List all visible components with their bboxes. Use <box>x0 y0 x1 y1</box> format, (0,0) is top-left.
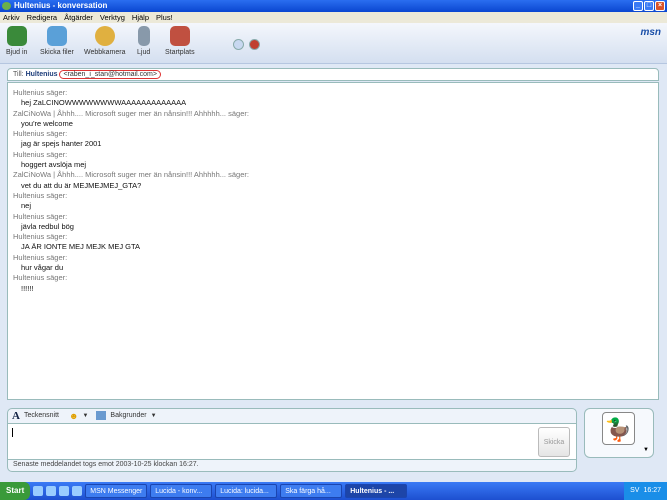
message-text: you're welcome <box>21 118 73 128</box>
menu-arkiv[interactable]: Arkiv <box>3 12 20 23</box>
menu-redigera[interactable]: Redigera <box>27 12 57 23</box>
send-files-icon <box>46 26 67 46</box>
background-icon[interactable] <box>96 411 107 420</box>
clock: 16:27 <box>643 487 661 494</box>
task-hultenius[interactable]: Hultenius - ... <box>345 484 408 498</box>
webcam-button[interactable]: Webbkamera <box>84 26 126 56</box>
emoticon-dropdown-icon[interactable]: ▼ <box>82 413 88 419</box>
invite-label: Bjud in <box>6 49 28 56</box>
message-sender: Hultenius säger: <box>13 232 68 242</box>
message-text: vet du att du är MEJMEJMEJ_GTA? <box>21 180 142 190</box>
message-sender: ZalCiNoWa | Åhhh.... Microsoft suger mer… <box>13 170 249 180</box>
task-lucida-konv[interactable]: Lucida - konv... <box>150 484 213 498</box>
webcam-icon <box>94 26 115 46</box>
message-text: JA ÄR IONTE MEJ MEJK MEJ GTA <box>21 242 141 252</box>
message-sender: Hultenius säger: <box>13 129 68 139</box>
message-sender: Hultenius säger: <box>13 273 68 283</box>
task-lucida[interactable]: Lucida: lucida... <box>215 484 278 498</box>
conversation-history[interactable]: Hultenius säger: hej ZaLCINOWWWWWWWWAAAAA… <box>7 82 659 400</box>
font-icon[interactable]: A <box>12 410 20 422</box>
language-indicator[interactable]: SV <box>630 482 639 500</box>
taskbar: Start MSN Messenger Lucida - konv... Luc… <box>0 482 667 500</box>
text-caret <box>12 428 13 437</box>
toolbar: Bjud in Skicka filer Webbkamera Ljud Sta… <box>0 23 667 64</box>
backgrounds-button[interactable]: Bakgrunder <box>110 412 146 419</box>
compose-area: A Teckensnitt ☻ ▼ Bakgrunder ▼ Skicka Sena… <box>7 408 577 472</box>
format-bar: A Teckensnitt ☻ ▼ Bakgrunder ▼ <box>8 409 576 422</box>
block-icon[interactable] <box>249 39 260 50</box>
font-button[interactable]: Teckensnitt <box>24 412 59 419</box>
message-sender: Hultenius säger: <box>13 190 68 200</box>
msn-icon <box>2 2 11 10</box>
display-picture-duck[interactable]: 🦆 <box>602 412 635 445</box>
menu-bar: Arkiv Redigera Åtgärder Verktyg Hjälp Pl… <box>0 12 667 23</box>
display-picture-panel: 🦆 ▼ <box>584 408 654 458</box>
system-tray: SV 16:27 <box>624 482 667 500</box>
close-button[interactable]: × <box>655 1 665 11</box>
message-text: hur vågar du <box>21 263 64 273</box>
to-field: Till: Hultenius <raben_i_stan@hotmail.co… <box>7 68 659 81</box>
task-msn-messenger[interactable]: MSN Messenger <box>85 484 148 498</box>
to-label: Till: <box>13 71 24 78</box>
status-text: Senaste meddelandet togs emot 2003-10-25… <box>13 461 199 468</box>
invite-icon <box>6 26 27 46</box>
window-title: Hultenius - konversation <box>14 1 108 10</box>
message-sender: ZalCiNoWa | Åhhh.... Microsoft suger mer… <box>13 108 249 118</box>
invite-button[interactable]: Bjud in <box>6 26 27 56</box>
audio-label: Ljud <box>137 49 151 56</box>
send-files-label: Skicka filer <box>40 49 74 56</box>
emoticon-icon[interactable]: ☻ <box>69 411 78 421</box>
message-text: nej <box>21 201 32 211</box>
contact-email: <raben_i_stan@hotmail.com> <box>59 70 161 79</box>
menu-atgarder[interactable]: Åtgärder <box>64 12 93 23</box>
webcam-label: Webbkamera <box>84 49 126 56</box>
contact-name: Hultenius <box>25 71 58 78</box>
message-text: jävla redbul bög <box>21 221 74 231</box>
title-bar: Hultenius - konversation _ □ × <box>0 0 667 12</box>
microphone-icon <box>137 26 150 46</box>
menu-hjalp[interactable]: Hjälp <box>132 12 149 23</box>
send-files-button[interactable]: Skicka filer <box>40 26 74 56</box>
startplats-icon <box>169 26 190 46</box>
message-sender: Hultenius säger: <box>13 149 68 159</box>
menu-verktyg[interactable]: Verktyg <box>100 12 125 23</box>
backgrounds-dropdown-icon[interactable]: ▼ <box>151 413 157 419</box>
message-sender: Hultenius säger: <box>13 252 68 262</box>
message-input[interactable] <box>8 423 576 460</box>
quicklaunch-desktop-icon[interactable] <box>33 486 44 496</box>
picture-dropdown-icon[interactable]: ▼ <box>643 447 649 453</box>
startplats-label: Startplats <box>165 49 195 56</box>
quicklaunch-ie-icon[interactable] <box>46 486 57 496</box>
start-button[interactable]: Start <box>0 482 31 500</box>
audio-button[interactable]: Ljud <box>137 26 150 56</box>
message-text: jag är spejs hanter 2001 <box>21 139 102 149</box>
message-text: !!!!!! <box>21 283 34 293</box>
quicklaunch-app-icon[interactable] <box>59 486 70 496</box>
startplats-button[interactable]: Startplats <box>165 26 195 56</box>
menu-plus[interactable]: Plus! <box>156 12 173 23</box>
maximize-button[interactable]: □ <box>644 1 654 11</box>
message-text: hoggert avslöja mej <box>21 160 87 170</box>
task-ska-farga[interactable]: Ska färga hå... <box>280 484 343 498</box>
message-text: hej ZaLCINOWWWWWWWWAAAAAAAAAAAAA <box>21 98 187 108</box>
quicklaunch-app2-icon[interactable] <box>72 486 83 496</box>
message-sender: Hultenius säger: <box>13 88 68 97</box>
message-sender: Hultenius säger: <box>13 211 68 221</box>
msn-logo: msn <box>640 27 661 38</box>
send-button[interactable]: Skicka <box>538 427 570 457</box>
minimize-button[interactable]: _ <box>633 1 643 11</box>
more-chevron-icon[interactable] <box>233 39 244 50</box>
